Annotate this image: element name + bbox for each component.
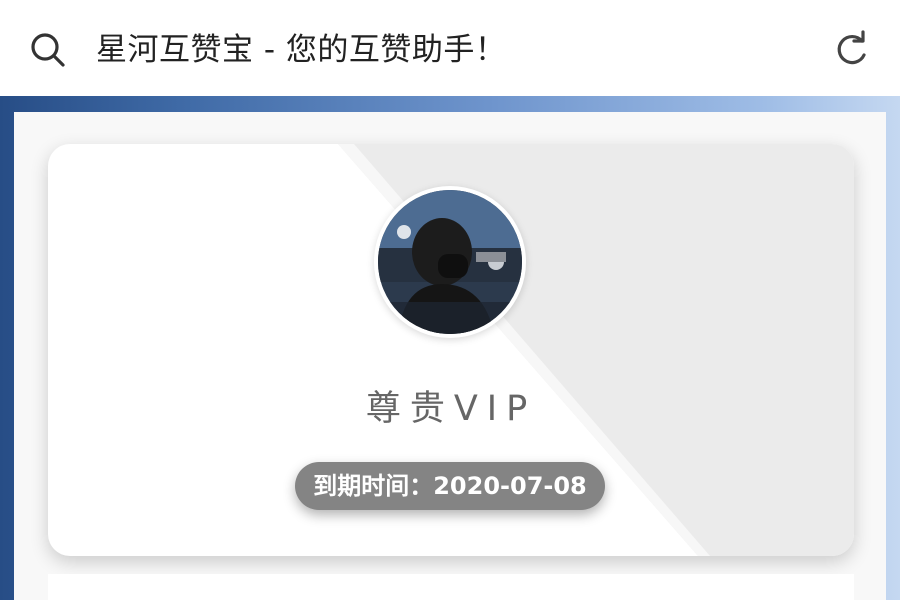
webview-frame: 尊贵VIP 到期时间：2020-07-08 — [0, 96, 900, 600]
refresh-icon[interactable] — [830, 29, 872, 71]
page-content: 尊贵VIP 到期时间：2020-07-08 — [14, 112, 886, 600]
page-title: 星河互赞宝 - 您的互赞助手！ — [96, 32, 507, 68]
expiry-badge: 到期时间：2020-07-08 — [295, 462, 605, 510]
expiry-date: 2020-07-08 — [433, 472, 587, 500]
search-icon[interactable] — [28, 30, 68, 70]
expiry-label: 到期时间： — [313, 472, 434, 500]
next-card-preview — [48, 574, 854, 600]
top-bar: 星河互赞宝 - 您的互赞助手！ — [0, 0, 900, 96]
vip-card: 尊贵VIP 到期时间：2020-07-08 — [48, 144, 854, 556]
vip-level-label: 尊贵VIP — [365, 389, 537, 429]
avatar[interactable] — [374, 186, 526, 338]
